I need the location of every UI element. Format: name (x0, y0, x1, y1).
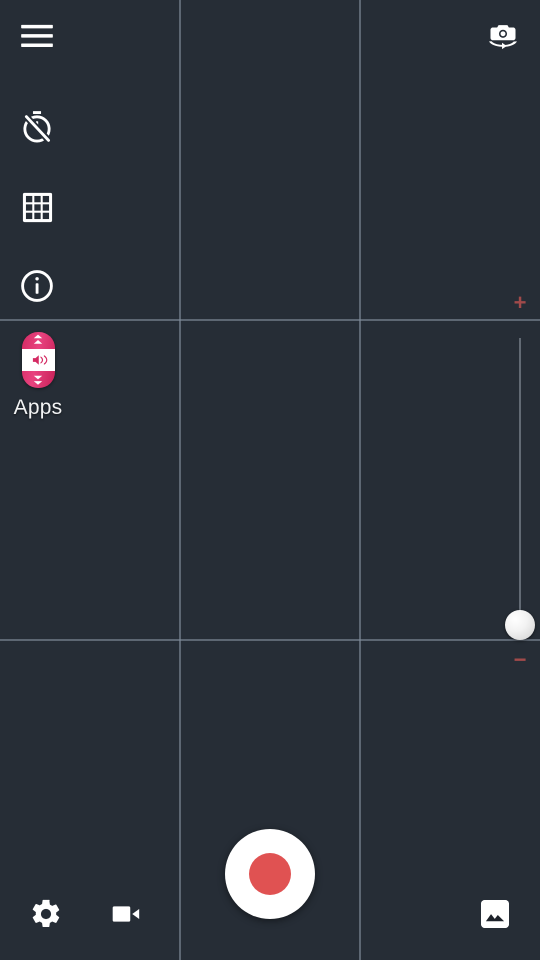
grid-line-vertical-1 (179, 0, 181, 960)
rule-of-thirds-grid (0, 0, 540, 960)
record-dot-icon (249, 853, 291, 895)
switch-camera-icon (484, 17, 522, 55)
grid-icon (21, 191, 54, 224)
grid-line-horizontal-2 (0, 639, 540, 641)
info-icon (19, 268, 55, 304)
apps-shortcut[interactable]: Apps (0, 332, 76, 421)
gallery-icon (481, 900, 509, 928)
gallery-button[interactable] (473, 892, 517, 936)
menu-icon (17, 16, 57, 56)
record-button[interactable] (225, 829, 315, 919)
zoom-out-button[interactable]: − (508, 648, 532, 672)
info-button[interactable] (14, 263, 60, 309)
speaker-icon (32, 355, 47, 365)
volume-down-chevrons-icon (22, 372, 55, 388)
camera-app-screen: Apps + − (0, 0, 540, 960)
grid-line-vertical-2 (359, 0, 361, 960)
timer-off-button[interactable] (14, 104, 60, 150)
zoom-slider-track[interactable] (519, 338, 521, 628)
zoom-in-button[interactable]: + (508, 291, 532, 315)
video-mode-button[interactable] (104, 892, 148, 936)
switch-camera-button[interactable] (480, 13, 526, 59)
timer-off-icon (19, 109, 55, 145)
speaker-band (21, 349, 55, 371)
apps-shortcut-label: Apps (13, 396, 63, 419)
zoom-slider-thumb[interactable] (505, 610, 535, 640)
grid-line-horizontal-1 (0, 319, 540, 321)
grid-toggle-button[interactable] (14, 184, 60, 230)
settings-icon (29, 897, 63, 931)
video-camera-icon (109, 897, 143, 931)
volume-rocker-app-icon (21, 332, 55, 388)
volume-up-chevrons-icon (22, 332, 55, 348)
menu-button[interactable] (14, 13, 60, 59)
settings-button[interactable] (24, 892, 68, 936)
